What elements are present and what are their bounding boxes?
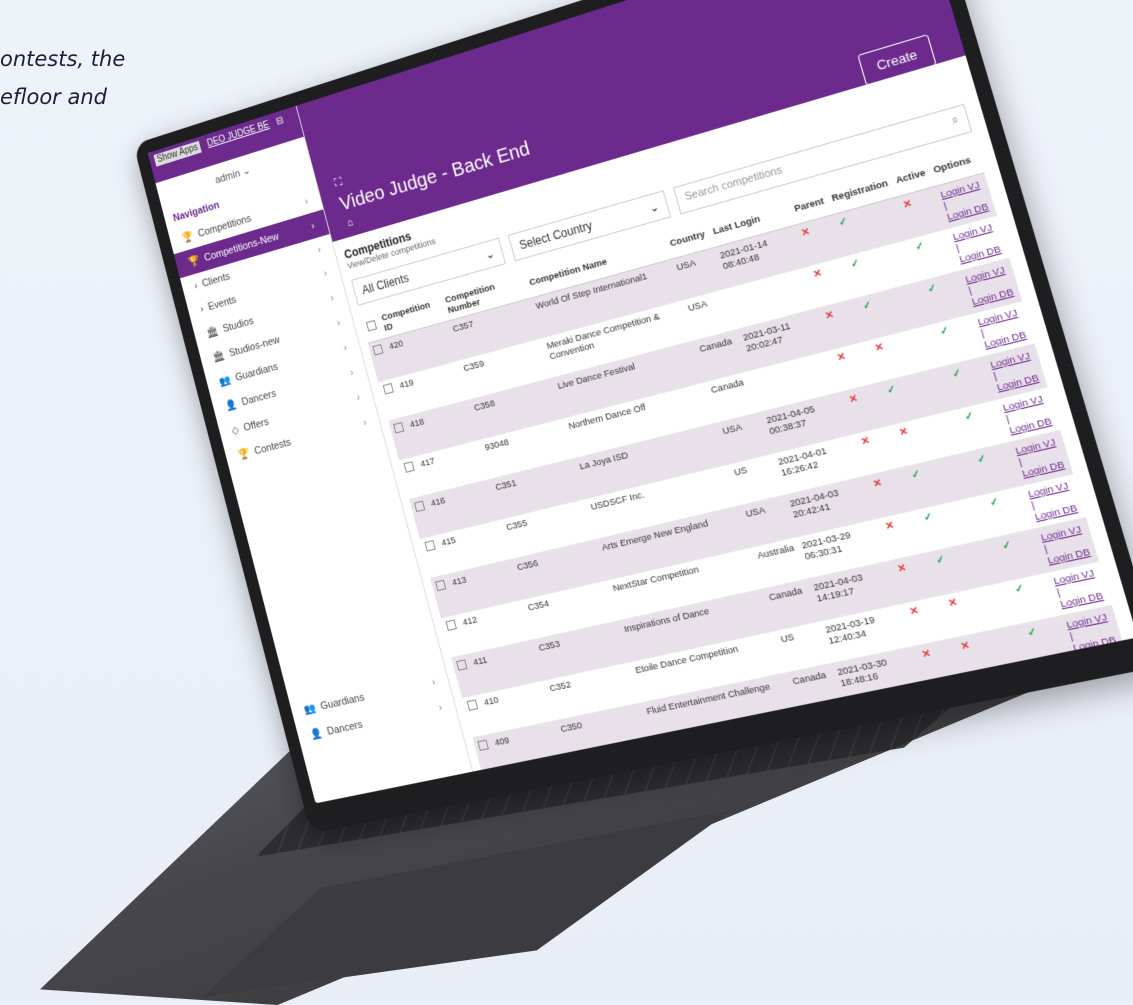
trophy-icon: 🏆 [187,254,201,269]
sidebar-item-label: Dancers [325,718,364,738]
cross-icon: ✕ [932,691,945,705]
bank-icon: 🏛 [211,349,226,364]
chevron-right-icon: › [348,366,355,379]
cross-icon: ✕ [920,648,932,662]
chevron-right-icon: › [309,219,316,232]
search-icon: ⌕ [950,113,961,128]
cross-icon: ✕ [971,683,984,697]
check-icon: ✓ [910,468,922,482]
chevron-right-icon: › [322,267,329,280]
users-icon: 👥 [217,374,232,389]
home-icon[interactable]: ⌂ [346,217,355,230]
tag-icon: ◇ [230,424,241,438]
laptop: ⛶ Video Judge - Back End ⌂ admin ⌄ Creat… [0,0,1133,1005]
brand-link[interactable]: DEO JUDGE BE [206,120,270,149]
chevron-right-icon: › [430,675,437,688]
login-db-link[interactable]: Login DB [1072,634,1118,654]
show-apps-button[interactable]: Show Apps [153,140,202,167]
cross-icon: ✕ [835,351,847,365]
sidebar-admin-label: admin [213,167,242,187]
sidebar-item-label: Guardians [319,691,366,713]
users-icon: 👥 [302,702,318,717]
cell-options: Login VJ | Login DB [1059,605,1125,660]
chevron-right-icon: › [437,701,444,714]
check-icon: ✓ [1000,539,1013,553]
sidebar-item-label: Events [206,294,238,313]
chevron-down-icon: ⌄ [241,164,252,178]
chevron-right-icon: › [342,341,349,354]
cross-icon: ✕ [871,477,884,491]
collapse-icon[interactable]: ⊟ [275,115,285,127]
sidebar-item-label: Contests [253,436,293,457]
chevron-right-icon: › [199,303,205,316]
sidebar-item-label: Clients [200,270,232,290]
trophy-icon: 🏆 [180,230,195,245]
chevron-down-icon: ⌄ [647,199,661,216]
app-window: ⛶ Video Judge - Back End ⌂ admin ⌄ Creat… [147,0,1133,804]
cross-icon: ✕ [800,226,812,240]
cross-icon: ✕ [811,267,823,281]
sidebar-item-label: Offers [242,415,270,434]
sidebar-item-label: Dancers [240,387,278,408]
check-icon: ✓ [934,553,947,568]
chevron-right-icon: › [316,243,323,256]
chevron-right-icon: › [355,391,362,404]
check-icon: ✓ [861,299,873,313]
user-icon: 👤 [309,727,324,742]
chevron-right-icon: › [335,316,342,329]
sidebar-item-label: Studios [221,314,255,335]
chevron-right-icon: › [328,291,336,304]
check-icon: ✓ [922,511,934,525]
bank-icon: 🏛 [205,325,220,340]
laptop-screen: ⛶ Video Judge - Back End ⌂ admin ⌄ Creat… [147,0,1133,804]
user-icon: 👤 [224,398,239,413]
cross-icon: ✕ [859,435,871,449]
check-icon: ✓ [963,410,975,424]
trophy-icon: 🏆 [236,447,252,462]
cross-icon: ✕ [847,393,859,407]
check-icon: ✓ [1026,626,1038,640]
cross-icon: ✕ [823,309,835,323]
cross-icon: ✕ [873,341,885,355]
chevron-right-icon: › [361,416,368,429]
check-icon: ✓ [1013,582,1026,596]
check-icon: ✓ [837,215,849,230]
check-icon: ✓ [938,324,951,339]
fullscreen-icon[interactable]: ⛶ [333,175,344,191]
chevron-down-icon: ⌄ [483,246,497,263]
check-icon: ✓ [913,240,926,254]
cross-icon: ✕ [959,640,972,654]
chevron-right-icon: › [303,195,310,208]
cross-icon: ✕ [897,426,910,440]
check-icon: ✓ [950,367,963,381]
cross-icon: ✕ [896,562,908,576]
check-icon: ✓ [926,282,938,296]
cross-icon: ✕ [947,596,959,610]
cross-icon: ✕ [908,605,920,619]
cross-icon: ✕ [883,519,896,533]
check-icon: ✓ [975,453,988,467]
check-icon: ✓ [885,383,898,397]
check-icon: ✓ [849,257,861,271]
cross-icon: ✕ [901,198,914,212]
client-select-value: All Clients [360,271,411,298]
country-select-value: Select Country [517,218,594,253]
chevron-right-icon: › [193,280,199,292]
check-icon: ✓ [988,496,1000,510]
